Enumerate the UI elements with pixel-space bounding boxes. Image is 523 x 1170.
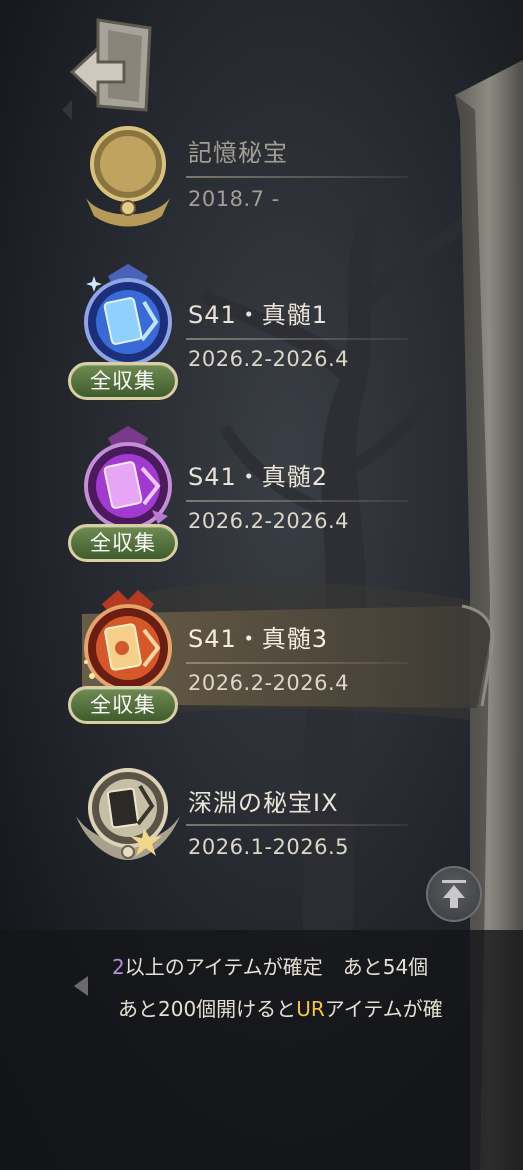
collection-title: S41・真髄2 [188,463,329,491]
collection-row[interactable]: 深淵の秘宝IX 2026.1-2026.5 [0,756,523,876]
red-card-emblem-icon [72,586,184,698]
collection-title: S41・真髄1 [188,301,329,329]
row-divider [186,176,408,178]
collection-dates: 2026.2-2026.4 [188,509,350,533]
collection-title: 深淵の秘宝IX [188,789,339,817]
arrow-up-icon [442,880,466,908]
notice-line-1-prefix: 2 [112,955,125,979]
collection-row[interactable]: S41・真髄2 2026.2-2026.4 全収集 [0,424,523,564]
notice-line-1: 2以上のアイテムが確定 あと54個 [112,954,523,980]
gold-moon-emblem-icon [72,120,184,232]
complete-badge: 全収集 [68,524,178,562]
collection-dates: 2026.1-2026.5 [188,835,350,859]
notice-line-2-before: あと200個開けると [118,997,297,1021]
row-divider [186,500,408,502]
back-button[interactable] [68,14,158,118]
scroll-to-top-button[interactable] [426,866,482,922]
notice-line-1-text: 以上のアイテムが確定 あと54個 [124,955,429,979]
notice-line-2: あと200個開けるとURアイテムが確 [118,996,523,1022]
row-divider [186,338,408,340]
row-divider [186,824,408,826]
collection-dates: 2026.2-2026.4 [188,671,350,695]
collection-title: 記憶秘宝 [188,139,288,167]
silver-winged-emblem-icon [72,756,184,868]
blue-card-emblem-icon [72,262,184,374]
collection-title: S41・真髄3 [188,625,329,653]
complete-badge: 全収集 [68,686,178,724]
collection-row-selected[interactable]: S41・真髄3 2026.2-2026.4 全収集 [0,586,523,726]
collection-row[interactable]: S41・真髄1 2026.2-2026.4 全収集 [0,262,523,402]
purple-card-emblem-icon [72,424,184,536]
collection-dates: 2026.2-2026.4 [188,347,350,371]
notice-line-2-after: アイテムが確 [324,997,443,1021]
exit-door-arrow-icon [69,18,152,112]
collection-row[interactable]: 記憶秘宝 2018.7 - [0,120,523,230]
complete-badge: 全収集 [68,362,178,400]
row-divider [186,662,408,664]
collection-dates: 2018.7 - [188,187,280,211]
notice-ur-highlight: UR [296,997,325,1021]
carousel-left-arrow-icon[interactable] [70,974,92,998]
